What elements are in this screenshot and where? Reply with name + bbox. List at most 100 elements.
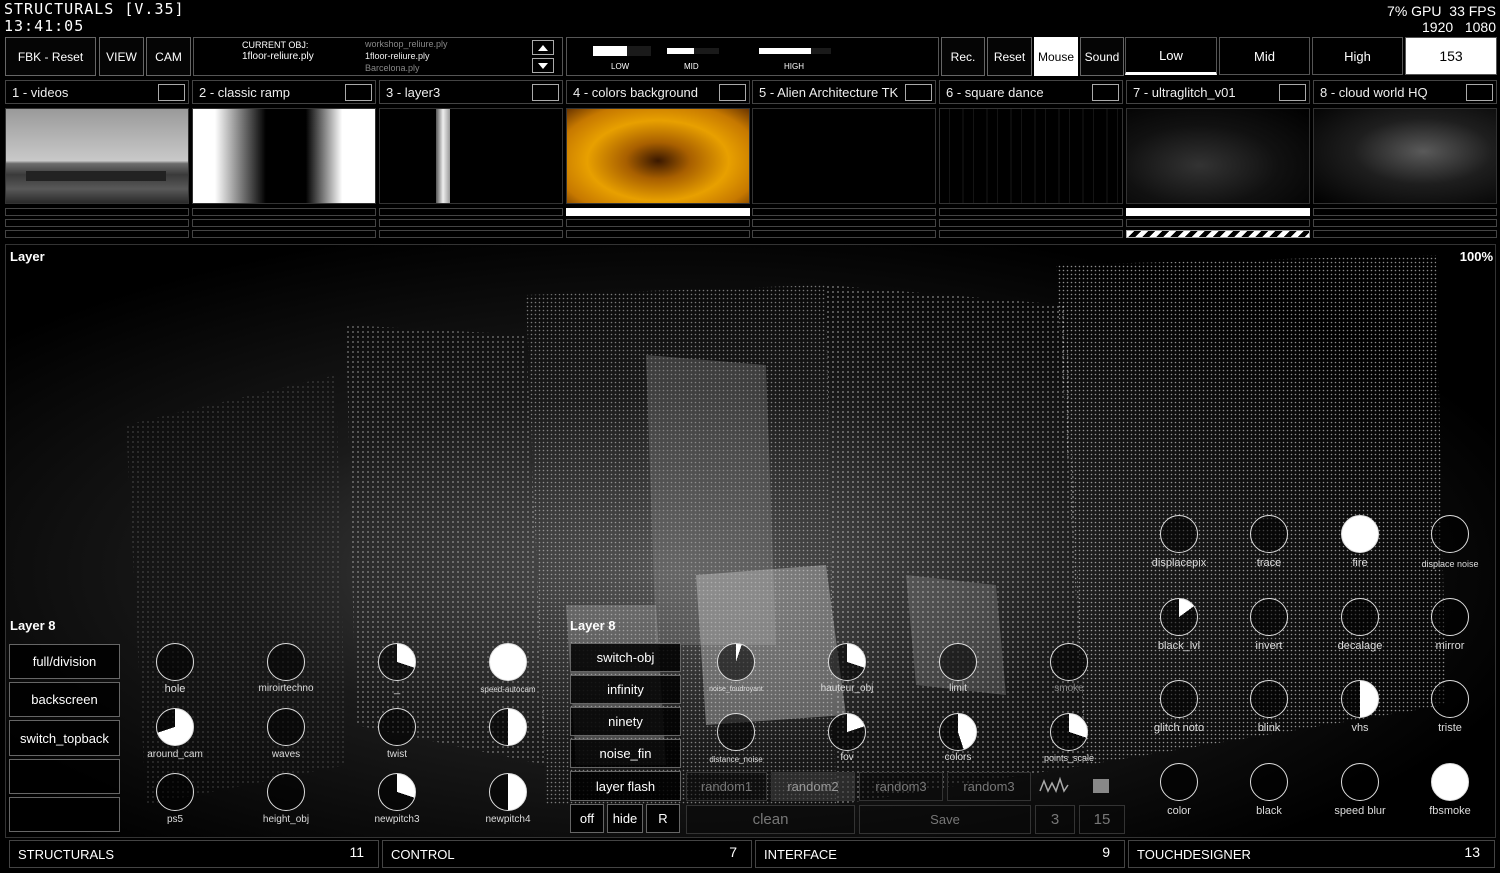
layer-preview-1[interactable] bbox=[5, 108, 189, 204]
layer-tab-8[interactable]: 8 - cloud world HQ bbox=[1313, 80, 1497, 104]
knob-hole[interactable] bbox=[156, 643, 194, 681]
fbk-reset-button[interactable]: FBK - Reset bbox=[5, 37, 96, 76]
layer-preview-4[interactable] bbox=[566, 108, 750, 204]
knob-fov[interactable] bbox=[828, 713, 866, 751]
layer-tab-3[interactable]: 3 - layer3 bbox=[379, 80, 563, 104]
noise-fin-button[interactable]: noise_fin bbox=[570, 739, 681, 768]
knob-waves[interactable] bbox=[267, 708, 305, 746]
band-high-button[interactable]: High bbox=[1312, 37, 1403, 75]
random2-button[interactable]: random2 bbox=[771, 772, 855, 801]
knob-miroirtechno[interactable] bbox=[267, 643, 305, 681]
sound-button[interactable]: Sound bbox=[1080, 37, 1124, 76]
knob-triste[interactable] bbox=[1431, 680, 1469, 718]
layer-checkbox[interactable] bbox=[719, 84, 746, 101]
layer-preview-6[interactable] bbox=[939, 108, 1123, 204]
full-division-button[interactable]: full/division bbox=[9, 644, 120, 679]
knob-ps5[interactable] bbox=[156, 773, 194, 811]
footer-tab-control[interactable]: CONTROL 7 bbox=[382, 840, 752, 868]
backscreen-button[interactable]: backscreen bbox=[9, 682, 120, 717]
obj-list-item[interactable]: 1floor-reliure.ply bbox=[365, 51, 430, 61]
preset-number-3[interactable]: 3 bbox=[1035, 805, 1075, 834]
knob-decalage[interactable] bbox=[1341, 598, 1379, 636]
layer-tab-6[interactable]: 6 - square dance bbox=[939, 80, 1123, 104]
layer-tab-2[interactable]: 2 - classic ramp bbox=[192, 80, 376, 104]
switch-obj-button[interactable]: switch-obj bbox=[570, 643, 681, 672]
knob-invert[interactable] bbox=[1250, 598, 1288, 636]
knob-displace-noise[interactable] bbox=[1431, 515, 1469, 553]
layer-tab-5[interactable]: 5 - Alien Architecture TK bbox=[752, 80, 936, 104]
knob-hauteur-obj[interactable] bbox=[828, 643, 866, 681]
layer-preview-3[interactable] bbox=[379, 108, 563, 204]
layer-preview-7[interactable] bbox=[1126, 108, 1310, 204]
knob-glitch-noto[interactable] bbox=[1160, 680, 1198, 718]
switch-topback-button[interactable]: switch_topback bbox=[9, 720, 120, 756]
knob-black-lvl[interactable] bbox=[1160, 598, 1198, 636]
empty-slot-button[interactable] bbox=[9, 759, 120, 794]
reset-button[interactable]: Reset bbox=[987, 37, 1032, 76]
obj-list-item[interactable]: workshop_reliure.ply bbox=[365, 39, 448, 49]
rec-button[interactable]: Rec. bbox=[941, 37, 985, 76]
layer-preview-5[interactable] bbox=[752, 108, 936, 204]
layer-checkbox[interactable] bbox=[158, 84, 185, 101]
random1-button[interactable]: random1 bbox=[686, 772, 767, 801]
cam-button[interactable]: CAM bbox=[146, 37, 191, 76]
layer-preview-2[interactable] bbox=[192, 108, 376, 204]
knob-height-obj[interactable] bbox=[267, 773, 305, 811]
knob-smoke[interactable] bbox=[1050, 643, 1088, 681]
r-button[interactable]: R bbox=[646, 804, 680, 833]
empty-slot-button[interactable] bbox=[9, 797, 120, 832]
waveform-icon[interactable] bbox=[1038, 775, 1072, 797]
knob-limit[interactable] bbox=[939, 643, 977, 681]
knob-around-cam[interactable] bbox=[156, 708, 194, 746]
knob-unlabeled[interactable] bbox=[489, 708, 527, 746]
knob-displacepix[interactable] bbox=[1160, 515, 1198, 553]
knob-fbsmoke[interactable] bbox=[1431, 763, 1469, 801]
footer-tab-touchdesigner[interactable]: TOUCHDESIGNER 13 bbox=[1128, 840, 1495, 868]
layer-preview-8[interactable] bbox=[1313, 108, 1497, 204]
mouse-button[interactable]: Mouse bbox=[1034, 37, 1078, 76]
stop-square-icon[interactable] bbox=[1093, 779, 1109, 793]
knob-trace[interactable] bbox=[1250, 515, 1288, 553]
knob-underscore[interactable] bbox=[378, 643, 416, 681]
knob-twist[interactable] bbox=[378, 708, 416, 746]
band-value[interactable]: 153 bbox=[1405, 37, 1497, 75]
obj-up-button[interactable] bbox=[532, 40, 554, 55]
layer-checkbox[interactable] bbox=[345, 84, 372, 101]
knob-speed-autocam[interactable] bbox=[489, 643, 527, 681]
knob-mirror[interactable] bbox=[1431, 598, 1469, 636]
layer-checkbox[interactable] bbox=[1092, 84, 1119, 101]
knob-points-scale[interactable] bbox=[1050, 713, 1088, 751]
knob-blink[interactable] bbox=[1250, 680, 1288, 718]
footer-tab-structurals[interactable]: STRUCTURALS 11 bbox=[9, 840, 379, 868]
infinity-button[interactable]: infinity bbox=[570, 675, 681, 704]
layer-tab-7[interactable]: 7 - ultraglitch_v01 bbox=[1126, 80, 1310, 104]
random3-button[interactable]: random3 bbox=[947, 772, 1031, 801]
knob-fire[interactable] bbox=[1341, 515, 1379, 553]
off-button[interactable]: off bbox=[570, 804, 604, 833]
knob-newpitch3[interactable] bbox=[378, 773, 416, 811]
knob-distance-noise[interactable] bbox=[717, 713, 755, 751]
random3-button[interactable]: random3 bbox=[859, 772, 943, 801]
preset-number-15[interactable]: 15 bbox=[1079, 805, 1125, 834]
clean-button[interactable]: clean bbox=[686, 805, 855, 834]
layer-tab-1[interactable]: 1 - videos bbox=[5, 80, 189, 104]
band-low-button[interactable]: Low bbox=[1125, 37, 1217, 75]
knob-speed-blur[interactable] bbox=[1341, 763, 1379, 801]
layer-checkbox[interactable] bbox=[905, 84, 932, 101]
save-button[interactable]: Save bbox=[859, 805, 1031, 834]
footer-tab-interface[interactable]: INTERFACE 9 bbox=[755, 840, 1125, 868]
knob-newpitch4[interactable] bbox=[489, 773, 527, 811]
knob-noise-foudroyant[interactable] bbox=[717, 643, 755, 681]
knob-vhs[interactable] bbox=[1341, 680, 1379, 718]
hide-button[interactable]: hide bbox=[607, 804, 643, 833]
knob-color[interactable] bbox=[1160, 763, 1198, 801]
obj-down-button[interactable] bbox=[532, 58, 554, 73]
layer-checkbox[interactable] bbox=[1279, 84, 1306, 101]
knob-black[interactable] bbox=[1250, 763, 1288, 801]
layer-checkbox[interactable] bbox=[1466, 84, 1493, 101]
ninety-button[interactable]: ninety bbox=[570, 707, 681, 736]
band-mid-button[interactable]: Mid bbox=[1219, 37, 1310, 75]
layer-tab-4[interactable]: 4 - colors background bbox=[566, 80, 750, 104]
layer-flash-button[interactable]: layer flash bbox=[570, 771, 681, 801]
layer-checkbox[interactable] bbox=[532, 84, 559, 101]
